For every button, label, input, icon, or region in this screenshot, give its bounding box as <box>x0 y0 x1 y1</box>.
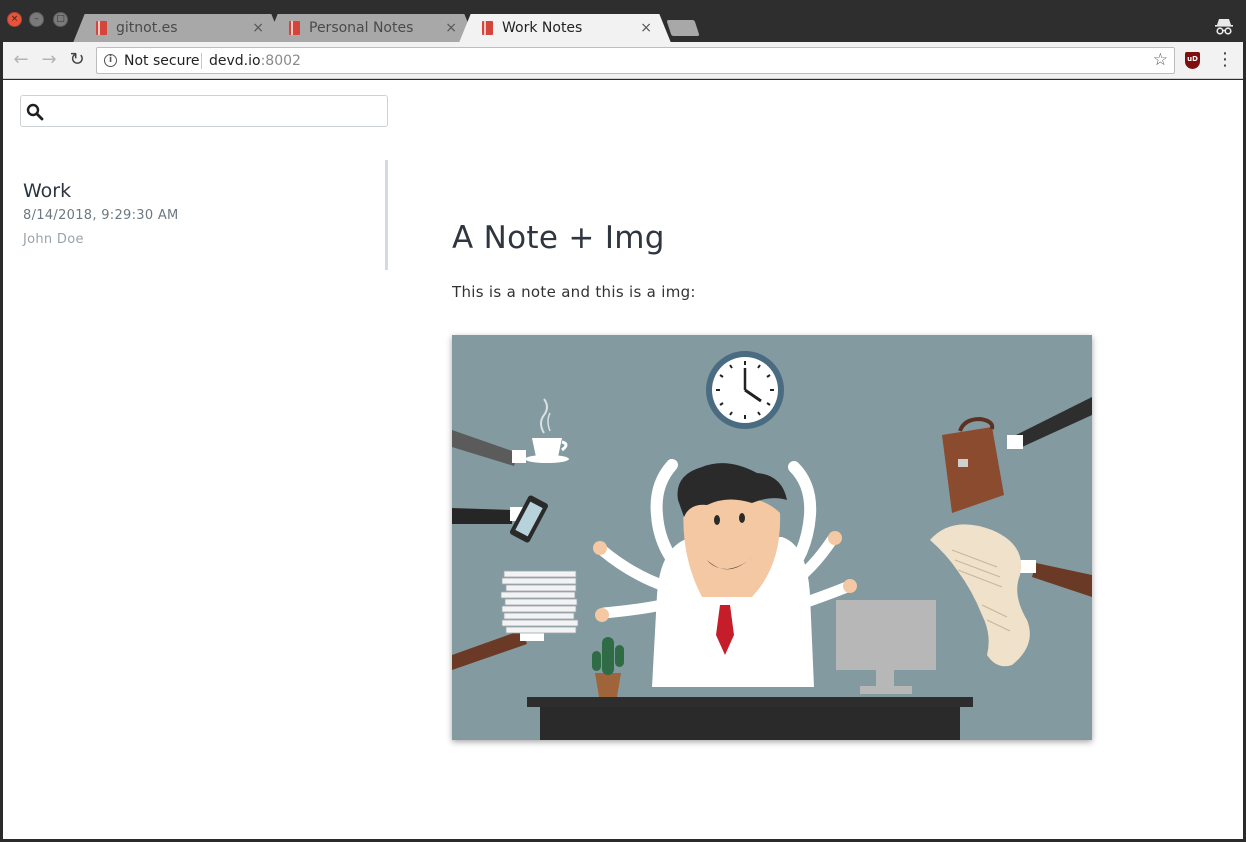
notebook-icon <box>482 21 493 35</box>
close-icon: × <box>10 14 19 24</box>
window-minimize-button[interactable]: – <box>29 12 44 27</box>
note-item-title: Work <box>23 180 72 202</box>
tab-close-icon[interactable]: × <box>252 19 264 37</box>
security-indicator[interactable]: Not secure <box>124 53 200 69</box>
list-item[interactable]: Work 8/14/2018, 9:29:30 AM John Doe <box>3 160 388 270</box>
new-tab-button[interactable] <box>666 20 700 36</box>
search-input[interactable] <box>51 99 381 123</box>
notebook-icon <box>96 21 107 35</box>
url-text[interactable]: devd.io:8002 <box>209 53 301 69</box>
browser-menu-icon[interactable]: ⋮ <box>1216 50 1234 70</box>
tab-personal-notes[interactable]: Personal Notes × <box>279 14 463 42</box>
url-port: :8002 <box>260 53 301 69</box>
minimize-icon: – <box>34 14 39 24</box>
note-body-text: This is a note and this is a img: <box>452 283 696 301</box>
tab-title: Work Notes <box>502 20 583 36</box>
reload-button[interactable]: ↻ <box>67 50 87 70</box>
window-maximize-button[interactable]: □ <box>53 12 68 27</box>
back-button[interactable]: ← <box>11 50 31 70</box>
clock-icon <box>706 351 784 429</box>
notebook-icon <box>289 21 300 35</box>
browser-toolbar: ← → ↻ i Not secure devd.io:8002 ☆ uD ⋮ <box>3 42 1243 79</box>
search-icon <box>26 103 44 121</box>
search-box[interactable] <box>20 95 388 127</box>
page-viewport: Work 8/14/2018, 9:29:30 AM John Doe A No… <box>3 80 1243 839</box>
note-image <box>452 335 1092 740</box>
note-list: Work 8/14/2018, 9:29:30 AM John Doe <box>3 160 388 270</box>
tab-close-icon[interactable]: × <box>640 19 652 37</box>
busy-office-illustration <box>452 335 1092 740</box>
window-titlebar: × – □ gitnot.es × Personal Notes × Work … <box>0 0 1246 42</box>
ublock-extension-icon[interactable]: uD <box>1185 52 1200 69</box>
tab-close-icon[interactable]: × <box>445 19 457 37</box>
note-heading: A Note + Img <box>452 220 665 256</box>
tab-gitnotes[interactable]: gitnot.es × <box>86 14 270 42</box>
tab-title: Personal Notes <box>309 20 414 36</box>
omnibox-divider <box>201 53 202 69</box>
url-host: devd.io <box>209 53 261 69</box>
desk <box>527 697 973 707</box>
bookmark-star-icon[interactable]: ☆ <box>1153 51 1168 69</box>
forward-button[interactable]: → <box>39 50 59 70</box>
note-item-date: 8/14/2018, 9:29:30 AM <box>23 208 179 223</box>
window-close-button[interactable]: × <box>7 12 22 27</box>
tab-work-notes[interactable]: Work Notes × <box>472 14 658 42</box>
note-item-author: John Doe <box>23 232 84 247</box>
info-icon[interactable]: i <box>104 54 117 67</box>
address-bar[interactable]: i Not secure devd.io:8002 ☆ <box>96 47 1175 74</box>
incognito-icon <box>1215 19 1233 35</box>
tab-title: gitnot.es <box>116 20 178 36</box>
note-content: A Note + Img This is a note and this is … <box>452 220 1152 740</box>
maximize-icon: □ <box>56 14 65 24</box>
